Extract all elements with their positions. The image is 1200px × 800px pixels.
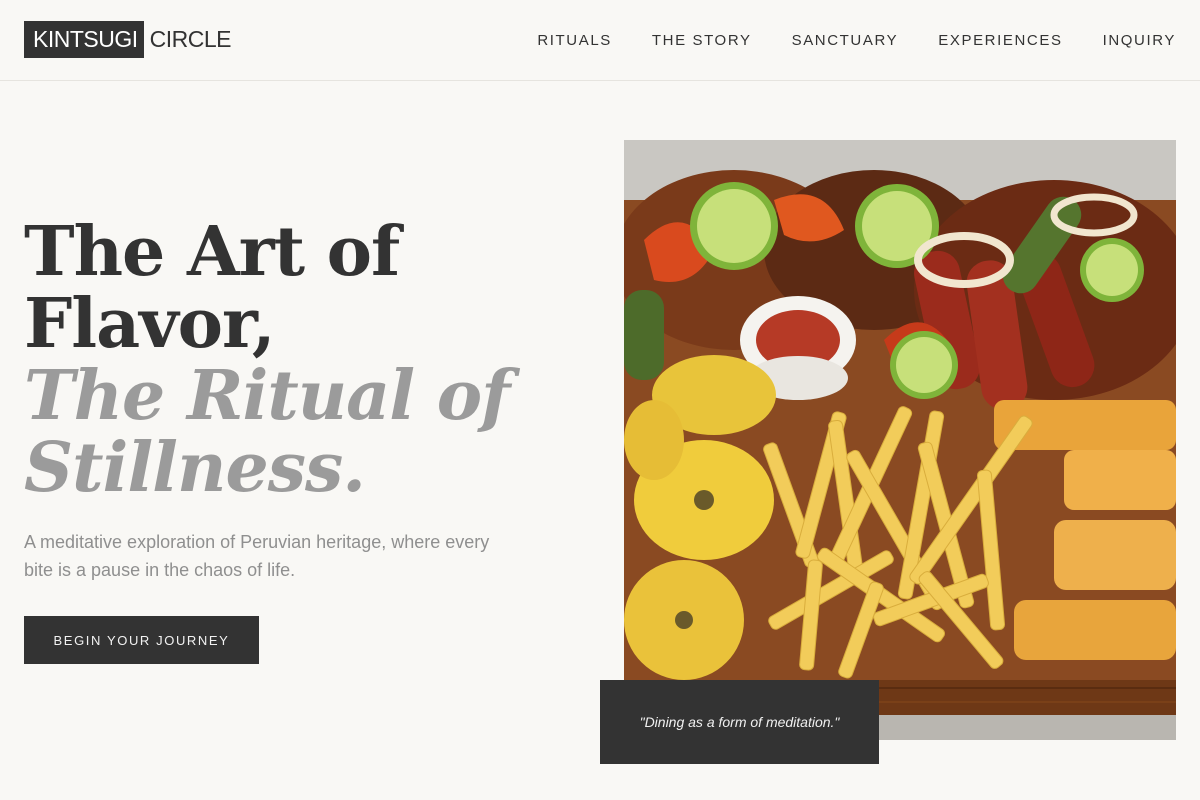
hero-food-image [624,140,1176,740]
brand-logo[interactable]: KINTSUGI CIRCLE [24,21,231,58]
headline-line-4: Stillness. [24,428,366,508]
hero-headline: The Art of Flavor, The Ritual of Stillne… [24,216,544,504]
nav-experiences[interactable]: EXPERIENCES [938,32,1062,49]
logo-boxed-word: KINTSUGI [24,21,144,58]
headline-line-1: The Art of [24,212,400,292]
site-header: KINTSUGI CIRCLE RITUALS THE STORY SANCTU… [0,0,1200,81]
nav-inquiry[interactable]: INQUIRY [1103,32,1176,49]
nav-rituals[interactable]: RITUALS [537,32,612,49]
headline-line-2: Flavor, [24,284,276,364]
headline-line-3: The Ritual of [24,356,510,436]
main-nav: RITUALS THE STORY SANCTUARY EXPERIENCES … [497,0,1176,80]
nav-the-story[interactable]: THE STORY [652,32,752,49]
quote-text: "Dining as a form of meditation." [639,714,840,730]
quote-card: "Dining as a form of meditation." [600,680,879,764]
logo-word: CIRCLE [149,26,232,52]
nav-sanctuary[interactable]: SANCTUARY [792,32,899,49]
hero-subtitle: A meditative exploration of Peruvian her… [24,532,490,580]
begin-journey-button[interactable]: BEGIN YOUR JOURNEY [24,616,259,664]
